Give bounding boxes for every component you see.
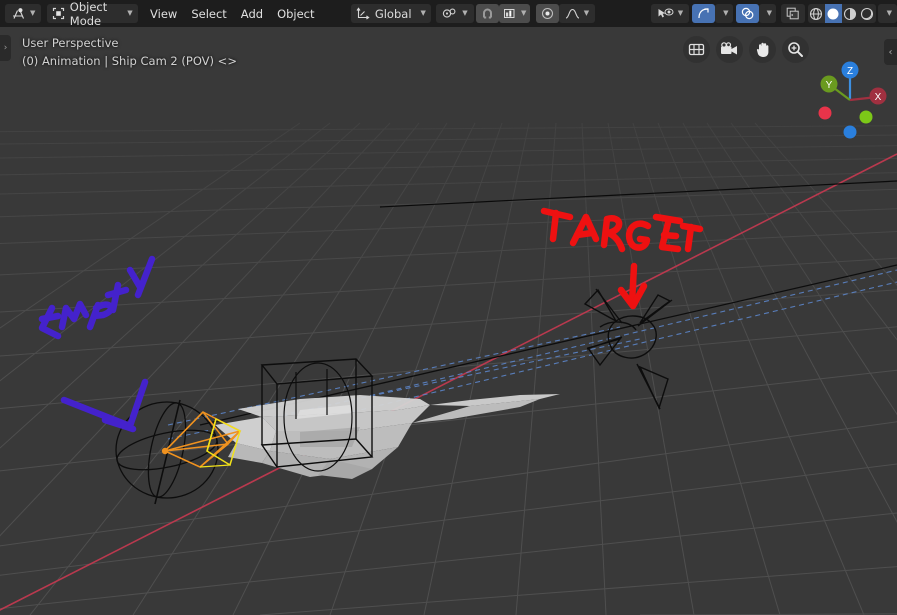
snap-with-dropdown[interactable]: ▼ xyxy=(436,4,474,23)
gizmo-label-z: Z xyxy=(847,66,853,77)
3d-viewport[interactable]: User Perspective (0) Animation | Ship Ca… xyxy=(0,27,897,615)
snap-with-icon xyxy=(442,7,458,20)
editor-type-selector[interactable]: ▼ xyxy=(5,4,42,23)
proportional-edit-toggle[interactable] xyxy=(535,4,559,23)
shading-rendered-button[interactable] xyxy=(858,4,876,23)
chevron-down-icon: ▼ xyxy=(766,9,773,17)
camera-origin-dot xyxy=(161,447,169,455)
gizmo-icon xyxy=(697,7,710,20)
gizmo-label-x: X xyxy=(875,92,882,103)
transform-orientation-dropdown[interactable]: Global ▼ xyxy=(350,4,431,23)
snap-target-dropdown[interactable]: ▼ xyxy=(499,4,531,23)
chevron-down-icon: ▼ xyxy=(677,9,684,17)
menu-select[interactable]: Select xyxy=(184,4,233,23)
menu-view[interactable]: View xyxy=(143,4,184,23)
editor-type-button[interactable]: ▼ xyxy=(5,4,42,23)
hand-icon xyxy=(756,42,768,57)
object-visibility-icon xyxy=(657,7,674,20)
transform-orientation-label: Global xyxy=(374,6,412,21)
pan-view-button[interactable] xyxy=(749,36,776,63)
menu-add[interactable]: Add xyxy=(234,4,270,23)
proportional-edit-icon xyxy=(541,7,554,20)
chevron-down-icon: ▼ xyxy=(521,9,527,17)
mode-label: Object Mode xyxy=(69,0,108,28)
magnet-icon xyxy=(481,7,494,20)
gizmo-toggle-button[interactable] xyxy=(692,4,716,23)
viewport-header: ▼ Object Mode ▼ View Select Add Object G… xyxy=(0,0,897,28)
chevron-down-icon: ▼ xyxy=(420,9,426,17)
left-sidebar-toggle[interactable]: › xyxy=(0,35,11,61)
blender-window: ▼ Object Mode ▼ View Select Add Object G… xyxy=(0,0,897,615)
viewport-nav-buttons xyxy=(683,36,809,63)
overlays-toggle-button[interactable] xyxy=(735,4,759,23)
zoom-magnifier-icon xyxy=(788,42,803,57)
gizmo-axis-neg-x-dot xyxy=(818,106,832,120)
chevron-down-icon: ▼ xyxy=(886,9,892,17)
xray-toggle-icon xyxy=(786,7,800,20)
gizmo-axis-neg-z-dot xyxy=(843,125,857,139)
snap-toggle-button[interactable] xyxy=(476,4,499,23)
falloff-curve-icon xyxy=(565,7,580,20)
overlays-dropdown[interactable]: ▼ xyxy=(758,4,777,23)
chevron-down-icon: ▼ xyxy=(723,9,729,17)
grid-ortho-icon xyxy=(688,43,705,56)
chevron-down-icon: ▼ xyxy=(462,9,468,17)
editor-type-icon xyxy=(11,7,26,20)
xray-toggle-button[interactable] xyxy=(781,4,806,23)
shading-wireframe-button[interactable] xyxy=(807,4,825,23)
object-mode-icon xyxy=(52,7,65,20)
shading-material-button[interactable] xyxy=(841,4,859,23)
chevron-down-icon: ▼ xyxy=(127,9,133,17)
gizmo-axis-neg-y-dot xyxy=(859,110,873,124)
navigation-axis-gizmo[interactable]: Z Y X xyxy=(805,55,895,145)
gizmo-label-y: Y xyxy=(826,80,833,91)
transform-orientation-icon xyxy=(356,7,370,20)
viewport-scene xyxy=(0,27,897,615)
chevron-down-icon: ▼ xyxy=(583,9,590,17)
gizmo-dropdown[interactable]: ▼ xyxy=(715,4,733,23)
proportional-falloff-dropdown[interactable]: ▼ xyxy=(558,4,596,23)
snap-target-icon xyxy=(503,7,517,20)
menu-object[interactable]: Object xyxy=(270,4,321,23)
shading-solid-button[interactable] xyxy=(824,4,842,23)
camera-icon xyxy=(721,42,737,55)
chevron-down-icon: ▼ xyxy=(30,9,36,17)
shading-mode-group[interactable] xyxy=(807,4,876,23)
toggle-orthographic-button[interactable] xyxy=(683,36,710,63)
shading-dropdown[interactable]: ▼ xyxy=(877,4,897,23)
overlays-icon xyxy=(741,7,754,20)
mode-dropdown[interactable]: Object Mode ▼ xyxy=(46,0,138,28)
object-visibility-dropdown[interactable]: ▼ xyxy=(650,4,690,23)
toggle-camera-view-button[interactable] xyxy=(716,36,743,63)
